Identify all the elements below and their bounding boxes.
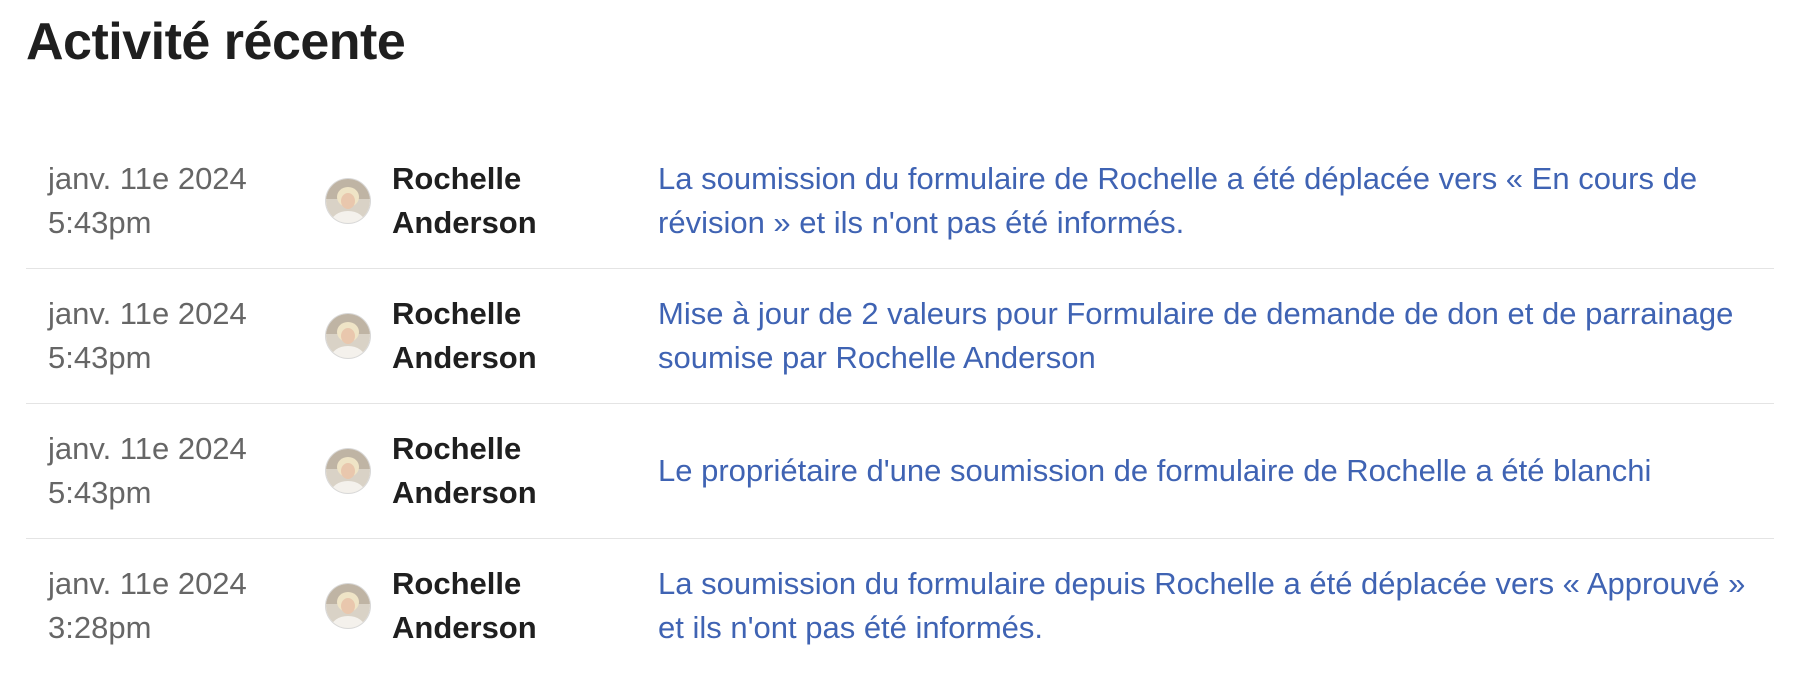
activity-message: Le propriétaire d'une soumission de form… [658, 404, 1768, 538]
activity-row: janv. 11e 2024 5:43pm Rochelle Anderson [26, 269, 1774, 404]
activity-user: Rochelle Anderson [326, 134, 542, 268]
activity-user: Rochelle Anderson [326, 269, 542, 403]
activity-time: 5:43pm [48, 475, 152, 510]
activity-message: La soumission du formulaire de Rochelle … [658, 134, 1768, 268]
user-avatar-icon [326, 314, 370, 358]
activity-list: janv. 11e 2024 5:43pm Rochelle Anderson [26, 134, 1774, 673]
user-name: Rochelle Anderson [392, 292, 542, 380]
user-first-name: Rochelle [392, 431, 522, 466]
user-name: Rochelle Anderson [392, 562, 542, 650]
activity-timestamp: janv. 11e 2024 5:43pm [48, 404, 247, 538]
user-last-name: Anderson [392, 340, 537, 375]
recent-activity-panel: Activité récente janv. 11e 2024 5:43pm R… [0, 0, 1798, 656]
user-last-name: Anderson [392, 205, 537, 240]
activity-time: 5:43pm [48, 340, 152, 375]
user-avatar-icon [326, 584, 370, 628]
activity-time: 3:28pm [48, 610, 152, 645]
user-avatar-icon [326, 449, 370, 493]
user-first-name: Rochelle [392, 161, 522, 196]
activity-message: La soumission du formulaire depuis Roche… [658, 539, 1768, 673]
activity-row: janv. 11e 2024 5:43pm Rochelle Anderson [26, 404, 1774, 539]
activity-timestamp: janv. 11e 2024 3:28pm [48, 539, 247, 673]
activity-date: janv. 11e 2024 [48, 431, 247, 466]
activity-row: janv. 11e 2024 3:28pm Rochelle Anderson [26, 539, 1774, 673]
activity-date: janv. 11e 2024 [48, 296, 247, 331]
activity-message-link[interactable]: Mise à jour de 2 valeurs pour Formulaire… [658, 292, 1768, 380]
activity-message-link[interactable]: La soumission du formulaire de Rochelle … [658, 157, 1768, 245]
activity-time: 5:43pm [48, 205, 152, 240]
user-last-name: Anderson [392, 610, 537, 645]
user-avatar-icon [326, 179, 370, 223]
activity-timestamp: janv. 11e 2024 5:43pm [48, 134, 247, 268]
user-first-name: Rochelle [392, 566, 522, 601]
user-name: Rochelle Anderson [392, 427, 542, 515]
activity-row: janv. 11e 2024 5:43pm Rochelle Anderson [26, 134, 1774, 269]
activity-message: Mise à jour de 2 valeurs pour Formulaire… [658, 269, 1768, 403]
user-first-name: Rochelle [392, 296, 522, 331]
activity-timestamp: janv. 11e 2024 5:43pm [48, 269, 247, 403]
activity-user: Rochelle Anderson [326, 539, 542, 673]
activity-user: Rochelle Anderson [326, 404, 542, 538]
activity-message-link[interactable]: Le propriétaire d'une soumission de form… [658, 449, 1651, 493]
activity-date: janv. 11e 2024 [48, 566, 247, 601]
page-title: Activité récente [26, 13, 406, 71]
user-name: Rochelle Anderson [392, 157, 542, 245]
activity-message-link[interactable]: La soumission du formulaire depuis Roche… [658, 562, 1768, 650]
activity-date: janv. 11e 2024 [48, 161, 247, 196]
user-last-name: Anderson [392, 475, 537, 510]
